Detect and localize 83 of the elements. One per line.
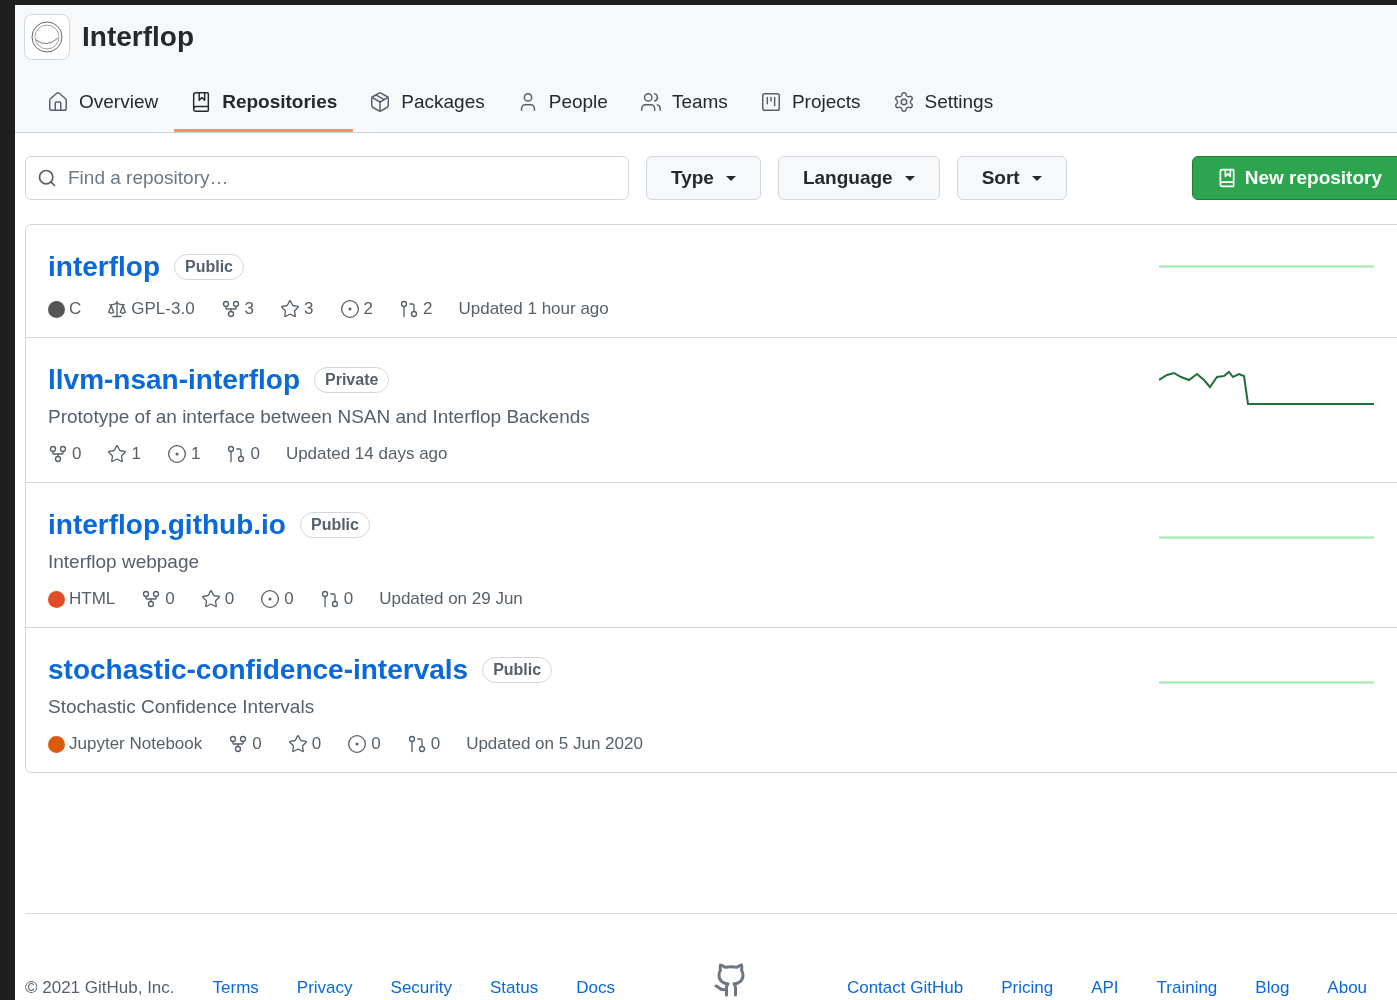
updated-time: Updated on 5 Jun 2020 (466, 734, 643, 754)
stars-count: 0 (311, 734, 322, 754)
search-icon (37, 168, 57, 188)
issue-icon (339, 299, 360, 319)
nav-tab[interactable]: Repositories (174, 75, 354, 132)
issues-count: 0 (371, 734, 381, 754)
repository-link[interactable]: llvm-nsan-interflop (48, 364, 300, 396)
footer-link[interactable]: Contact GitHub (846, 978, 964, 998)
footer-link[interactable]: Docs (576, 978, 615, 998)
issue-icon (260, 589, 281, 609)
updated-time: Updated 14 days ago (285, 444, 448, 464)
star-icon (280, 299, 301, 319)
footer-link[interactable]: Terms (212, 978, 259, 998)
package-icon (369, 91, 392, 113)
filter-dropdown[interactable]: Language (777, 156, 940, 200)
repository-link[interactable]: stochastic-confidence-intervals (48, 654, 469, 686)
repository-description: Interflop webpage (48, 551, 201, 573)
footer-link[interactable]: Security (390, 978, 452, 998)
nav-tab[interactable]: Settings (876, 75, 1010, 132)
pull-request-icon (319, 589, 340, 609)
forks-count: 0 (72, 444, 82, 464)
issues-count: 2 (363, 299, 373, 319)
footer-link[interactable]: Training (1156, 978, 1218, 998)
pulls-count: 0 (250, 444, 260, 464)
repository-link[interactable]: interflop (48, 251, 160, 283)
fork-icon (48, 444, 68, 464)
caret-icon (904, 175, 915, 181)
star-icon (107, 444, 128, 464)
filter-dropdown[interactable]: Type (646, 156, 761, 200)
forks-count: 0 (252, 734, 262, 754)
stars-count: 0 (224, 589, 235, 609)
footer-link[interactable]: Abou (1327, 978, 1368, 998)
nav-tab[interactable]: People (500, 75, 624, 132)
issues-count: 0 (284, 589, 294, 609)
caret-icon (1031, 175, 1042, 181)
settings-icon (892, 91, 915, 113)
nav-tab[interactable]: Packages (353, 75, 501, 132)
footer-link[interactable]: Status (490, 978, 539, 998)
forks-count: 3 (244, 299, 255, 319)
star-icon (287, 734, 308, 754)
footer-link[interactable]: Pricing (1001, 978, 1054, 998)
stars-count: 3 (304, 299, 314, 319)
language-label: HTML (69, 589, 116, 609)
nav-tab[interactable]: Projects (743, 75, 877, 132)
fork-icon (141, 589, 162, 609)
footer-link[interactable]: Privacy (296, 978, 353, 998)
nav-tab[interactable]: Teams (623, 75, 744, 132)
issue-icon (347, 734, 368, 754)
footer-link[interactable]: API (1091, 978, 1119, 998)
board-icon (759, 91, 782, 113)
language-label: Jupyter Notebook (69, 734, 203, 754)
fork-icon (220, 299, 241, 319)
people-icon (639, 91, 662, 113)
pulls-count: 0 (430, 734, 441, 754)
pull-request-icon (399, 299, 419, 319)
repository-link[interactable]: interflop.github.io (48, 509, 286, 541)
org-name: Interflop (82, 21, 194, 53)
repository-description: Prototype of an interface between NSAN and Interflop Backends (48, 406, 591, 428)
nav-tab[interactable]: Overview (31, 75, 175, 132)
language-label: C (69, 299, 82, 319)
caret-icon (725, 175, 736, 181)
org-logo (24, 14, 70, 60)
pulls-count: 2 (423, 299, 433, 319)
fork-icon (228, 734, 249, 754)
issues-count: 1 (190, 444, 201, 464)
forks-count: 0 (165, 589, 175, 609)
filter-dropdown[interactable]: Sort (956, 156, 1067, 200)
footer-link[interactable]: Blog (1255, 978, 1290, 998)
new-repository-button[interactable]: New repository (1191, 156, 1397, 200)
copyright-text: © 2021 GitHub, Inc. (25, 978, 175, 998)
star-icon (200, 589, 221, 609)
pull-request-icon (226, 444, 247, 464)
pull-request-icon (406, 734, 427, 754)
stars-count: 1 (131, 444, 141, 464)
license-count: GPL-3.0 (131, 299, 195, 319)
search-field[interactable]: Find a repository… (25, 156, 629, 200)
updated-time: Updated 1 hour ago (458, 299, 609, 319)
home-icon (47, 91, 69, 113)
updated-time: Updated on 29 Jun (379, 589, 523, 609)
pulls-count: 0 (343, 589, 354, 609)
scale-icon (107, 299, 128, 319)
repository-description: Stochastic Confidence Intervals (48, 696, 316, 718)
issue-icon (166, 444, 187, 464)
